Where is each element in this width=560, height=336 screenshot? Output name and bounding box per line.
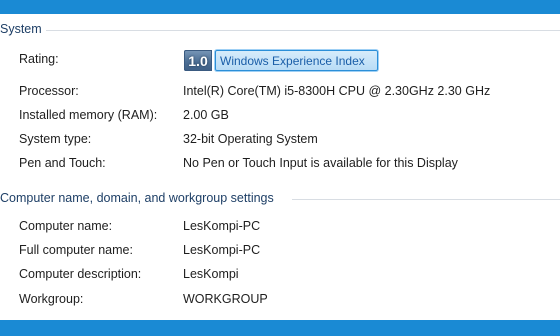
rating-badge: 1.0 Windows Experience Index [184,50,378,71]
computer-description-label: Computer description: [19,267,142,281]
full-computer-name-label: Full computer name: [19,243,133,257]
computer-name-label: Computer name: [19,219,113,233]
section-title-system: System [0,22,42,36]
memory-value: 2.00 GB [183,108,229,122]
processor-value: Intel(R) Core(TM) i5-8300H CPU @ 2.30GHz… [183,84,491,98]
full-computer-name-value: LesKompi-PC [183,243,261,257]
processor-label: Processor: [19,84,79,98]
system-type-label: System type: [19,132,92,146]
workgroup-value: WORKGROUP [183,292,268,306]
section-divider-computer-name [292,199,560,200]
memory-label: Installed memory (RAM): [19,108,158,122]
workgroup-label: Workgroup: [19,292,84,306]
computer-description-value: LesKompi [183,267,239,281]
computer-name-value: LesKompi-PC [183,219,261,233]
rating-score: 1.0 [184,50,212,71]
system-type-value: 32-bit Operating System [183,132,318,146]
rating-label: Rating: [19,52,59,66]
window-frame-bottom [0,320,560,336]
section-title-computer-name: Computer name, domain, and workgroup set… [0,191,274,205]
window-frame-top [0,0,560,14]
windows-experience-index-link[interactable]: Windows Experience Index [215,50,378,71]
section-divider-system [46,30,560,31]
pen-touch-value: No Pen or Touch Input is available for t… [183,156,458,170]
pen-touch-label: Pen and Touch: [19,156,106,170]
